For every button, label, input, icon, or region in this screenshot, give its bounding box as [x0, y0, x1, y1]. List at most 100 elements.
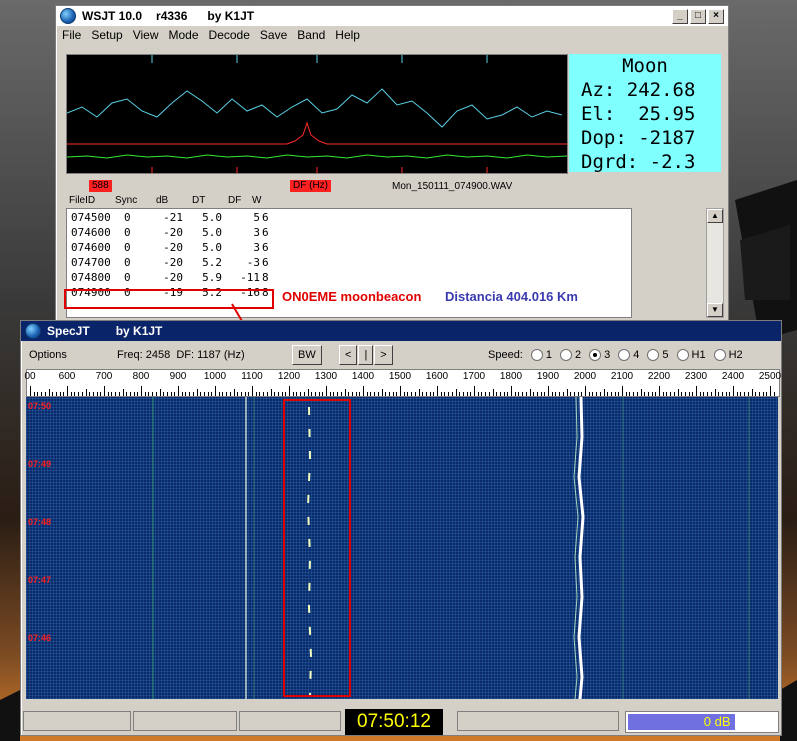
menu-save[interactable]: Save: [260, 28, 287, 42]
speed-radio[interactable]: [647, 349, 660, 361]
ruler-tick: [729, 392, 731, 396]
freq-tag: 588: [89, 180, 112, 192]
ruler-tick: [296, 392, 298, 396]
speed-radio[interactable]: [676, 349, 689, 361]
scroll-up-icon[interactable]: ▲: [707, 209, 723, 223]
distance-annotation: Distancia 404.016 Km: [445, 289, 578, 304]
ruler-tick: [137, 392, 139, 396]
ruler-tick: [655, 392, 657, 396]
waterfall-display[interactable]: 07:50 07:49 07:48 07:47 07:46: [26, 397, 778, 699]
menu-band[interactable]: Band: [297, 28, 325, 42]
ruler-tick: [670, 392, 672, 396]
speed-radio[interactable]: [560, 349, 572, 361]
ruler-label: 900: [169, 371, 187, 382]
ruler-tick: [100, 392, 102, 396]
options-menu[interactable]: Options: [29, 345, 67, 365]
table-cell: 074600: [71, 241, 111, 254]
status-slider-1[interactable]: [23, 711, 131, 731]
ruler-tick: [496, 392, 498, 396]
ruler-tick: [570, 392, 572, 396]
menu-help[interactable]: Help: [335, 28, 360, 42]
ruler-label: 1100: [241, 371, 263, 382]
ruler-tick: [277, 392, 279, 396]
speed-radio[interactable]: [589, 349, 602, 361]
ruler-tick: [659, 386, 660, 396]
speed-radio-label: H1: [691, 349, 706, 361]
scroll-down-icon[interactable]: ▼: [707, 303, 723, 317]
ruler-tick: [422, 392, 424, 396]
status-slider-2[interactable]: [133, 711, 237, 731]
ruler-label: 1800: [499, 371, 523, 382]
bw-button[interactable]: BW: [292, 345, 322, 365]
menu-view[interactable]: View: [133, 28, 159, 42]
speed-radio[interactable]: [713, 349, 726, 361]
ruler-tick: [633, 392, 635, 396]
ruler-tick: [492, 389, 494, 396]
ruler-tick: [129, 392, 131, 396]
speed-label: Speed:: [488, 349, 523, 361]
minimize-button[interactable]: _: [672, 8, 688, 24]
ruler-tick: [644, 392, 646, 396]
nav-right-button[interactable]: >: [374, 345, 393, 365]
maximize-button[interactable]: □: [690, 8, 706, 24]
ruler-tick: [355, 392, 357, 396]
table-cell: 6: [262, 211, 269, 224]
nav-left-button[interactable]: <: [339, 345, 358, 365]
ruler-tick: [133, 392, 135, 396]
ruler-tick: [74, 392, 76, 396]
ruler-tick: [622, 386, 623, 396]
ruler-tick: [222, 392, 224, 396]
ruler-tick: [311, 392, 313, 396]
ruler-tick: [462, 392, 464, 396]
wsjt-titlebar[interactable]: WSJT 10.0 r4336 by K1JT _ □ ×: [56, 6, 728, 26]
menu-decode[interactable]: Decode: [209, 28, 250, 42]
cyan-trace: [66, 88, 563, 128]
ruler-tick: [52, 392, 54, 396]
ruler-tick: [762, 392, 764, 396]
menu-mode[interactable]: Mode: [169, 28, 199, 42]
ruler-tick: [562, 392, 564, 396]
ruler-tick: [351, 392, 353, 396]
ruler-tick: [63, 392, 65, 396]
ruler-tick: [499, 392, 501, 396]
specjt-title: SpecJT: [47, 324, 90, 338]
ruler-tick: [718, 392, 720, 396]
ruler-tick: [440, 392, 442, 396]
ruler-tick: [525, 392, 527, 396]
ruler-tick: [459, 392, 461, 396]
ruler-tick: [326, 386, 327, 396]
signal-plot[interactable]: [66, 54, 568, 174]
df-value: 1187: [197, 349, 221, 361]
list-scrollbar[interactable]: ▲ ▼: [706, 208, 724, 318]
speed-radio[interactable]: [618, 349, 631, 361]
nav-center-button[interactable]: |: [358, 345, 374, 365]
green-trace: [66, 154, 568, 159]
ruler-tick: [696, 386, 697, 396]
table-cell: 5.0: [202, 211, 222, 224]
ruler-tick: [192, 392, 194, 396]
table-cell: -20: [163, 241, 183, 254]
ruler-tick: [374, 392, 376, 396]
ruler-tick: [226, 392, 228, 396]
ruler-tick: [348, 392, 350, 396]
ruler-tick: [514, 392, 516, 396]
ruler-tick: [248, 392, 250, 396]
ruler-label: 1000: [203, 371, 227, 382]
freq-label: Freq:: [117, 349, 143, 361]
ruler-tick: [392, 392, 394, 396]
speed-radio[interactable]: [530, 349, 543, 361]
specjt-titlebar[interactable]: SpecJT by K1JT: [21, 321, 781, 341]
ruler-tick: [303, 392, 305, 396]
ruler-tick: [662, 392, 664, 396]
ruler-tick: [259, 392, 261, 396]
ruler-tick: [466, 392, 468, 396]
status-slider-4[interactable]: [457, 711, 619, 731]
menu-setup[interactable]: Setup: [91, 28, 122, 42]
status-slider-3[interactable]: [239, 711, 341, 731]
ruler-tick: [647, 392, 649, 396]
ruler-tick: [503, 392, 505, 396]
wsjt-version: r4336: [156, 9, 188, 23]
close-button[interactable]: ×: [708, 8, 724, 24]
ruler-tick: [377, 392, 379, 396]
menu-file[interactable]: File: [62, 28, 81, 42]
